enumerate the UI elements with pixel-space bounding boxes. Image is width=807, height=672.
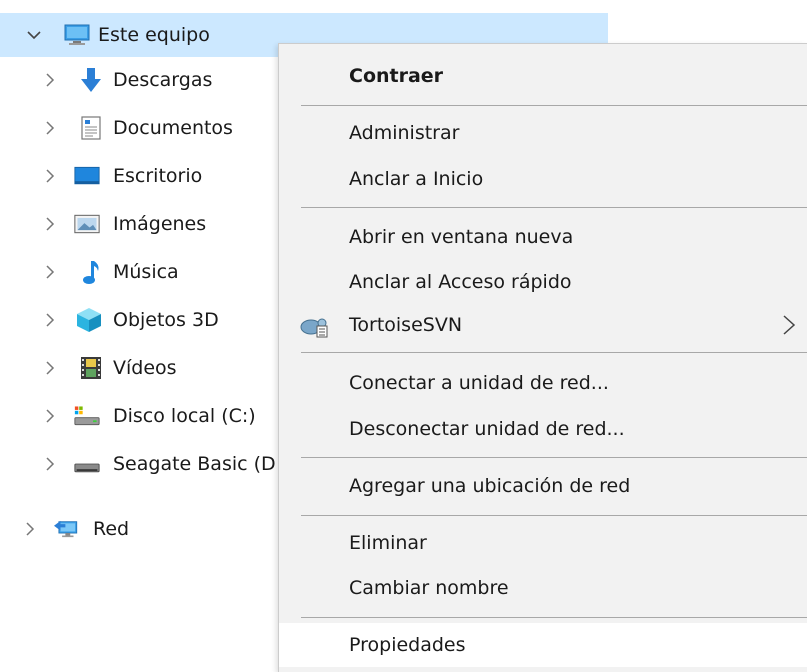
menu-item-label: Agregar una ubicación de red: [349, 475, 631, 497]
menu-item-label: Cambiar nombre: [349, 577, 509, 599]
menu-item-anclar-al-acceso-rapido[interactable]: Anclar al Acceso rápido: [279, 260, 807, 304]
submenu-arrow-icon: [782, 315, 796, 335]
music-note-icon: [78, 259, 104, 285]
menu-separator: [301, 105, 807, 106]
menu-item-label: Propiedades: [349, 634, 466, 656]
download-arrow-icon: [78, 67, 104, 93]
chevron-right-icon[interactable]: [40, 214, 60, 234]
chevron-down-icon[interactable]: [24, 25, 44, 45]
menu-separator: [301, 617, 807, 618]
cube-3d-icon: [76, 307, 102, 333]
chevron-right-icon[interactable]: [40, 310, 60, 330]
network-icon: [54, 516, 80, 542]
menu-separator: [301, 352, 807, 353]
chevron-right-icon[interactable]: [40, 406, 60, 426]
pictures-icon: [74, 211, 100, 237]
menu-item-anclar-a-inicio[interactable]: Anclar a Inicio: [279, 157, 807, 201]
tree-item-label: Red: [93, 518, 130, 540]
menu-item-label: Abrir en ventana nueva: [349, 226, 574, 248]
desktop-icon: [74, 163, 100, 189]
tree-item-label: Escritorio: [113, 165, 203, 187]
menu-item-conectar-unidad-de-red[interactable]: Conectar a unidad de red...: [279, 361, 807, 405]
menu-item-contraer[interactable]: Contraer: [279, 54, 807, 98]
menu-item-cambiar-nombre[interactable]: Cambiar nombre: [279, 566, 807, 610]
chevron-right-icon[interactable]: [40, 358, 60, 378]
tortoisesvn-icon: [299, 312, 329, 338]
menu-item-eliminar[interactable]: Eliminar: [279, 521, 807, 565]
menu-item-label: Administrar: [349, 122, 460, 144]
menu-item-tortoisesvn[interactable]: TortoiseSVN: [279, 303, 807, 347]
film-icon: [78, 355, 104, 381]
chevron-right-icon[interactable]: [40, 166, 60, 186]
chevron-right-icon[interactable]: [40, 70, 60, 90]
tree-item-label: Documentos: [113, 117, 233, 139]
menu-item-administrar[interactable]: Administrar: [279, 111, 807, 155]
menu-item-label: TortoiseSVN: [349, 314, 463, 336]
menu-item-desconectar-unidad-de-red[interactable]: Desconectar unidad de red...: [279, 407, 807, 451]
tree-item-label: Imágenes: [113, 213, 207, 235]
chevron-right-icon[interactable]: [40, 454, 60, 474]
tree-item-label: Música: [113, 261, 179, 283]
menu-separator: [301, 207, 807, 208]
menu-item-label: Conectar a unidad de red...: [349, 372, 609, 394]
chevron-right-icon[interactable]: [20, 519, 40, 539]
local-disk-icon: [74, 403, 100, 429]
menu-separator: [301, 515, 807, 516]
menu-item-label: Anclar a Inicio: [349, 168, 484, 190]
chevron-right-icon[interactable]: [40, 118, 60, 138]
menu-item-propiedades[interactable]: Propiedades: [279, 623, 807, 667]
tree-item-label: Descargas: [113, 69, 213, 91]
menu-item-label: Contraer: [349, 65, 444, 87]
menu-item-agregar-ubicacion-de-red[interactable]: Agregar una ubicación de red: [279, 464, 807, 508]
tree-item-label: Disco local (C:): [113, 405, 256, 427]
tree-item-label: Seagate Basic (D: [113, 453, 276, 475]
menu-item-label: Desconectar unidad de red...: [349, 418, 625, 440]
computer-icon: [64, 22, 90, 48]
menu-item-label: Anclar al Acceso rápido: [349, 271, 572, 293]
tree-item-label: Objetos 3D: [113, 309, 219, 331]
context-menu: Contraer Administrar Anclar a Inicio Abr…: [278, 43, 807, 672]
tree-item-label: Este equipo: [98, 24, 210, 46]
menu-separator: [301, 457, 807, 458]
chevron-right-icon[interactable]: [40, 262, 60, 282]
tree-item-label: Vídeos: [113, 357, 177, 379]
external-drive-icon: [74, 451, 100, 477]
menu-item-label: Eliminar: [349, 532, 427, 554]
menu-item-abrir-en-ventana-nueva[interactable]: Abrir en ventana nueva: [279, 215, 807, 259]
document-icon: [78, 115, 104, 141]
